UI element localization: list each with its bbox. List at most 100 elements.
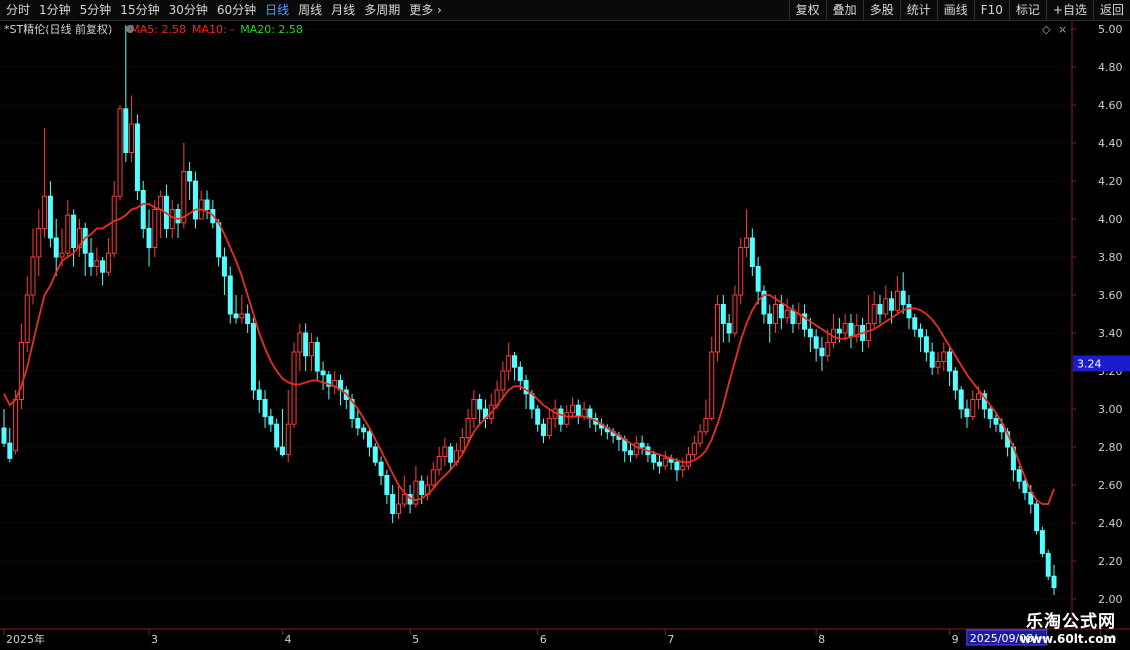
candle-body xyxy=(192,180,198,220)
candle-body xyxy=(250,323,256,391)
candle-body xyxy=(581,408,587,418)
tool-button-2[interactable]: 多股 xyxy=(862,0,900,20)
candle-body xyxy=(674,461,680,471)
tool-button-8[interactable]: 返回 xyxy=(1092,0,1130,20)
candle-body xyxy=(628,450,634,456)
month-label: 6 xyxy=(540,633,547,646)
candle-body xyxy=(535,408,541,425)
candle-body xyxy=(53,237,59,258)
y-tick-label: 5.00 xyxy=(1098,23,1123,36)
candle-body xyxy=(111,195,117,254)
candle-body xyxy=(964,408,970,418)
tool-button-3[interactable]: 统计 xyxy=(899,0,937,20)
tool-button-1[interactable]: 叠加 xyxy=(825,0,863,20)
y-tick-label: 2.80 xyxy=(1098,441,1123,454)
candle-body xyxy=(923,336,929,353)
candle-body xyxy=(639,442,645,448)
candle-body xyxy=(1051,575,1057,589)
toolbar: 分时 1分钟 5分钟 15分钟 30分钟 60分钟 日线 周线 月线 多周期 更多 › 复权 叠加 多股… xyxy=(0,0,1130,21)
candle-body xyxy=(929,351,935,368)
tool-button-0[interactable]: 复权 xyxy=(788,0,826,20)
watermark: 乐淘公式网 www.60lt.com xyxy=(1020,607,1116,646)
candle-body xyxy=(506,355,512,372)
candle-body xyxy=(134,123,140,191)
period-tab-7[interactable]: 周线 xyxy=(298,0,322,20)
candle-body xyxy=(546,418,552,437)
candle-body xyxy=(662,457,668,467)
candle-body xyxy=(279,446,285,456)
tool-buttons: 复权 叠加 多股 统计 画线 F10 标记 +自选 返回 xyxy=(788,0,1130,20)
candle-body xyxy=(117,108,123,197)
candle-body xyxy=(175,209,181,224)
y-tick-label: 3.60 xyxy=(1098,289,1123,302)
candlestick-chart[interactable]: *ST精伦(日线 前复权) MA5: 2.58 MA10: - MA20: 2.58 ◇… xyxy=(0,21,1130,650)
candle-body xyxy=(894,290,900,311)
candle-body xyxy=(767,313,773,324)
period-tab-3[interactable]: 15分钟 xyxy=(120,0,159,20)
y-tick-label: 4.00 xyxy=(1098,213,1123,226)
candle-body xyxy=(790,309,796,325)
candle-body xyxy=(320,370,326,376)
candle-body xyxy=(448,446,454,463)
candle-body xyxy=(105,252,111,273)
candle-body xyxy=(227,275,233,315)
candle-body xyxy=(744,237,750,248)
period-tab-5[interactable]: 60分钟 xyxy=(217,0,256,20)
candle-body xyxy=(88,252,94,267)
candle-body xyxy=(773,304,779,324)
candle-body xyxy=(587,408,593,419)
candle-body xyxy=(541,423,547,437)
y-tick-label: 2.40 xyxy=(1098,517,1123,530)
candle-body xyxy=(291,351,297,425)
candle-body xyxy=(726,323,732,334)
candle-body xyxy=(384,475,390,495)
candle-body xyxy=(575,404,581,418)
candle-body xyxy=(686,454,692,467)
period-tab-9[interactable]: 多周期 xyxy=(364,0,400,20)
candle-body xyxy=(958,389,964,410)
period-tab-6[interactable]: 日线 xyxy=(265,0,289,20)
candle-body xyxy=(970,399,976,418)
candle-body xyxy=(204,199,210,210)
candle-body xyxy=(94,260,100,268)
tool-button-7[interactable]: +自选 xyxy=(1045,0,1093,20)
candle-body xyxy=(245,313,251,324)
candle-body xyxy=(47,195,53,239)
y-tick-label: 3.40 xyxy=(1098,327,1123,340)
candle-body xyxy=(140,190,146,229)
period-tab-2[interactable]: 5分钟 xyxy=(80,0,112,20)
tool-button-4[interactable]: 画线 xyxy=(936,0,974,20)
candle-body xyxy=(314,342,320,372)
y-tick-label: 3.80 xyxy=(1098,251,1123,264)
legend-ma20: MA20: 2.58 xyxy=(240,23,303,36)
period-tab-8[interactable]: 月线 xyxy=(331,0,355,20)
candle-body xyxy=(152,209,158,248)
period-tab-1[interactable]: 1分钟 xyxy=(39,0,71,20)
y-tick-label: 4.20 xyxy=(1098,175,1123,188)
candle-body xyxy=(941,351,947,362)
period-tab-10[interactable]: 更多 › xyxy=(409,0,442,20)
candle-body xyxy=(1045,552,1051,577)
candle-body xyxy=(825,342,831,357)
period-tab-0[interactable]: 分时 xyxy=(6,0,30,20)
candle-body xyxy=(366,431,372,448)
candle-body xyxy=(657,461,663,467)
candle-body xyxy=(889,298,895,311)
y-tick-label: 4.40 xyxy=(1098,137,1123,150)
candle-body xyxy=(819,347,825,357)
month-label: 7 xyxy=(667,633,674,646)
candle-body xyxy=(436,456,442,471)
y-tick-label: 4.80 xyxy=(1098,61,1123,74)
candle-body xyxy=(459,437,465,452)
tool-button-5[interactable]: F10 xyxy=(973,0,1009,20)
candle-body xyxy=(1016,469,1022,482)
current-price-label: 3.24 xyxy=(1077,357,1102,370)
candle-body xyxy=(935,361,941,368)
period-tab-4[interactable]: 30分钟 xyxy=(169,0,208,20)
candle-body xyxy=(976,393,982,400)
tool-button-6[interactable]: 标记 xyxy=(1008,0,1046,20)
candle-body xyxy=(651,454,657,463)
candle-body xyxy=(900,290,906,306)
candle-body xyxy=(720,304,726,324)
candle-body xyxy=(952,370,958,391)
